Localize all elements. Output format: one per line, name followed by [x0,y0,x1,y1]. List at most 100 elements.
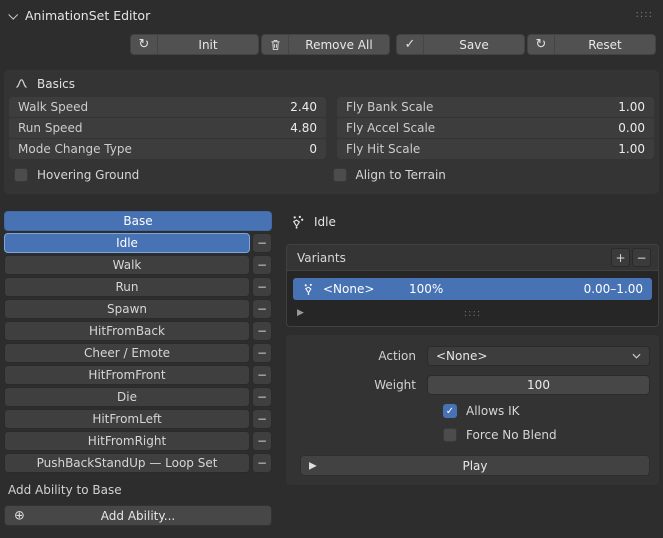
field-label: Fly Bank Scale [346,100,434,114]
remove-item-button[interactable]: − [252,299,272,319]
checkbox-label: Allows IK [466,404,520,418]
allows-ik-checkbox[interactable]: ✓ Allows IK [295,404,650,418]
run-speed-field[interactable]: Run Speed 4.80 [9,118,326,138]
editor-header: AnimationSet Editor :::: [0,0,663,30]
anim-item-pushbackstandup[interactable]: PushBackStandUp — Loop Set [4,453,250,473]
mode-change-type-field[interactable]: Mode Change Type 0 [9,139,326,159]
hovering-ground-checkbox[interactable]: Hovering Ground [14,168,333,182]
list-expander-icon[interactable]: ▶ [297,308,304,318]
weight-row: Weight 100 [295,375,650,395]
variant-form-panel: Action <None> Weight 100 ✓ Allows IK For… [286,335,659,485]
align-to-terrain-checkbox[interactable]: Align to Terrain [332,168,652,182]
add-ability-button[interactable]: ⊕ Add Ability... [4,505,272,526]
basics-fields-left: Walk Speed 2.40 Run Speed 4.80 Mode Chan… [9,97,326,159]
fly-bank-scale-field[interactable]: Fly Bank Scale 1.00 [337,97,654,117]
anim-list-row: Idle − [4,233,272,253]
anim-item-base[interactable]: Base [4,211,272,231]
field-value: 2.40 [290,100,317,114]
main-area: Base Idle − Walk − Run − Spawn − HitFrom… [0,211,663,526]
remove-item-button[interactable]: − [252,453,272,473]
weight-value: 100 [527,378,550,392]
plus-circle-icon: ⊕ [14,508,25,523]
variant-row[interactable]: <None> 100% 0.00–1.00 [293,278,652,300]
checkbox-label: Hovering Ground [37,168,140,182]
save-button[interactable]: ✓ Save [396,34,525,55]
toolbar-group-left: ↻ Init Remove All [130,34,390,55]
field-label: Mode Change Type [18,142,132,156]
add-ability-button-label: Add Ability... [100,508,176,523]
field-label: Fly Accel Scale [346,121,436,135]
play-icon: ▶ [309,460,317,471]
anim-item-walk[interactable]: Walk [4,255,250,275]
variants-list-footer: ▶ :::: [287,300,658,326]
collapse-chevron-icon[interactable] [8,9,19,20]
play-button[interactable]: ▶ Play [300,455,650,476]
fly-accel-scale-field[interactable]: Fly Accel Scale 0.00 [337,118,654,138]
variant-add-button[interactable]: + [611,248,630,267]
anim-item-cheer-emote[interactable]: Cheer / Emote [4,343,250,363]
remove-item-button[interactable]: − [252,277,272,297]
anim-list-row: Walk − [4,255,272,275]
checkbox-label: Align to Terrain [355,168,446,182]
remove-item-button[interactable]: − [252,321,272,341]
chevron-down-icon [632,353,641,359]
checkbox-box [332,168,347,182]
variant-remove-button[interactable]: − [632,248,651,267]
save-button-label: Save [459,37,489,52]
header-grip-icon[interactable]: :::: [636,10,653,20]
fly-hit-scale-field[interactable]: Fly Hit Scale 1.00 [337,139,654,159]
refresh-icon: ↻ [131,35,158,54]
anim-item-die[interactable]: Die [4,387,250,407]
field-value: 1.00 [618,100,645,114]
remove-item-button[interactable]: − [252,365,272,385]
variants-list: <None> 100% 0.00–1.00 [287,271,658,300]
remove-item-button[interactable]: − [252,233,272,253]
list-resize-grip-icon[interactable]: :::: [464,308,481,319]
remove-all-button[interactable]: Remove All [261,34,390,55]
anim-item-run[interactable]: Run [4,277,250,297]
anim-list-row: Die − [4,387,272,407]
animation-detail: Idle Variants + − <None> 100% 0.00–1.00 … [286,211,659,485]
field-value: 4.80 [290,121,317,135]
animationset-editor-panel: AnimationSet Editor :::: ↻ Init Remove A… [0,0,663,538]
field-label: Run Speed [18,121,83,135]
toolbar-group-right: ✓ Save ↻ Reset [396,34,656,55]
anim-item-hitfromright[interactable]: HitFromRight [4,431,250,451]
basics-header[interactable]: Basics [4,70,659,97]
walk-speed-field[interactable]: Walk Speed 2.40 [9,97,326,117]
variant-name: <None> [323,282,375,296]
remove-item-button[interactable]: − [252,343,272,363]
variant-weight: 100% [409,282,444,296]
anim-list-row: HitFromFront − [4,365,272,385]
anim-item-hitfromfront[interactable]: HitFromFront [4,365,250,385]
remove-item-button[interactable]: − [252,387,272,407]
detail-header: Idle [286,211,659,233]
remove-item-button[interactable]: − [252,409,272,429]
trash-icon [262,35,289,54]
action-dropdown[interactable]: <None> [427,346,650,366]
variant-range: 0.00–1.00 [583,282,643,296]
weight-label: Weight [374,378,416,392]
anim-list-row: Run − [4,277,272,297]
field-value: 0 [309,142,317,156]
reset-button[interactable]: ↻ Reset [527,34,656,55]
variants-title: Variants [297,250,346,265]
init-button-label: Init [198,37,218,52]
remove-item-button[interactable]: − [252,255,272,275]
add-ability-section-title: Add Ability to Base [8,483,122,497]
anim-item-spawn[interactable]: Spawn [4,299,250,319]
init-button[interactable]: ↻ Init [130,34,259,55]
toolbar: ↻ Init Remove All ✓ Save ↻ Reset [0,30,663,55]
action-row: Action <None> [295,346,650,366]
pose-icon [290,215,305,230]
anim-list-row: HitFromBack − [4,321,272,341]
anim-list-row: Cheer / Emote − [4,343,272,363]
anim-item-hitfromback[interactable]: HitFromBack [4,321,250,341]
checkbox-box: ✓ [443,404,457,418]
force-no-blend-checkbox[interactable]: Force No Blend [295,428,650,442]
anim-item-idle[interactable]: Idle [4,233,250,253]
remove-item-button[interactable]: − [252,431,272,451]
animation-list: Base Idle − Walk − Run − Spawn − HitFrom… [4,211,272,526]
weight-field[interactable]: 100 [427,375,650,395]
anim-item-hitfromleft[interactable]: HitFromLeft [4,409,250,429]
